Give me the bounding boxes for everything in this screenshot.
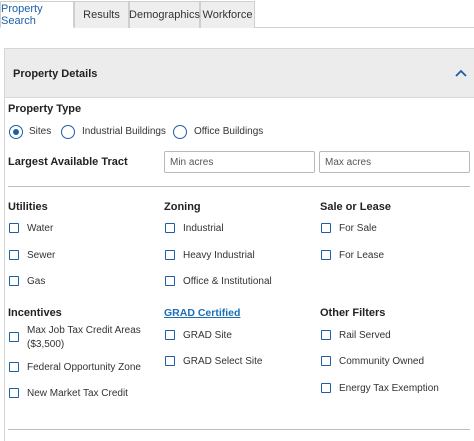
other-filters-heading: Other Filters — [320, 307, 386, 319]
tract-label: Largest Available Tract — [8, 156, 128, 168]
checkbox-grad-select-site-label[interactable]: GRAD Select Site — [183, 356, 262, 367]
checkbox-for-sale[interactable] — [321, 223, 331, 233]
max-acres-input[interactable] — [319, 151, 470, 173]
checkbox-grad-site[interactable] — [165, 330, 175, 340]
tab-bar: Property Search Results Demographics Wor… — [0, 1, 255, 28]
checkbox-federal-opportunity-zone[interactable] — [9, 362, 19, 372]
checkbox-max-job-tax-credit-label[interactable]: Max Job Tax Credit Areas — [27, 325, 141, 336]
checkbox-water[interactable] — [9, 223, 19, 233]
checkbox-office-institutional-label[interactable]: Office & Institutional — [183, 276, 272, 287]
checkbox-max-job-tax-credit[interactable] — [9, 332, 19, 342]
checkbox-max-job-tax-credit-amount[interactable]: ($3,500) — [27, 339, 64, 350]
checkbox-heavy-industrial-label[interactable]: Heavy Industrial — [183, 250, 255, 261]
checkbox-industrial-label[interactable]: Industrial — [183, 223, 224, 234]
tab-workforce[interactable]: Workforce — [200, 1, 255, 28]
panel-header[interactable]: Property Details — [5, 49, 474, 98]
checkbox-sewer-label[interactable]: Sewer — [27, 250, 55, 261]
checkbox-heavy-industrial[interactable] — [165, 250, 175, 260]
property-type-heading: Property Type — [8, 103, 82, 115]
radio-office-buildings[interactable] — [173, 125, 187, 139]
tab-demographics[interactable]: Demographics — [129, 1, 200, 28]
zoning-heading: Zoning — [164, 201, 201, 213]
tab-property-search[interactable]: Property Search — [0, 1, 74, 28]
radio-industrial-buildings[interactable] — [61, 125, 75, 139]
grad-certified-link[interactable]: GRAD Certified — [164, 307, 240, 319]
tab-divider — [255, 27, 474, 28]
checkbox-grad-site-label[interactable]: GRAD Site — [183, 330, 232, 341]
checkbox-for-sale-label[interactable]: For Sale — [339, 223, 377, 234]
checkbox-rail-served-label[interactable]: Rail Served — [339, 330, 391, 341]
checkbox-gas[interactable] — [9, 276, 19, 286]
checkbox-energy-tax-exemption[interactable] — [321, 383, 331, 393]
radio-industrial-buildings-label[interactable]: Industrial Buildings — [82, 126, 166, 137]
checkbox-sewer[interactable] — [9, 250, 19, 260]
checkbox-industrial[interactable] — [165, 223, 175, 233]
checkbox-water-label[interactable]: Water — [27, 223, 53, 234]
checkbox-federal-opportunity-zone-label[interactable]: Federal Opportunity Zone — [27, 362, 141, 373]
checkbox-community-owned-label[interactable]: Community Owned — [339, 356, 424, 367]
checkbox-new-market-tax-credit[interactable] — [9, 388, 19, 398]
checkbox-energy-tax-exemption-label[interactable]: Energy Tax Exemption — [339, 383, 439, 394]
section-divider — [8, 186, 470, 187]
incentives-heading: Incentives — [8, 307, 62, 319]
checkbox-rail-served[interactable] — [321, 330, 331, 340]
checkbox-for-lease-label[interactable]: For Lease — [339, 250, 384, 261]
checkbox-office-institutional[interactable] — [165, 276, 175, 286]
min-acres-input[interactable] — [164, 151, 315, 173]
checkbox-gas-label[interactable]: Gas — [27, 276, 45, 287]
checkbox-for-lease[interactable] — [321, 250, 331, 260]
radio-office-buildings-label[interactable]: Office Buildings — [194, 126, 263, 137]
bottom-divider — [8, 429, 470, 430]
utilities-heading: Utilities — [8, 201, 48, 213]
tab-results[interactable]: Results — [74, 1, 129, 28]
panel-title: Property Details — [13, 68, 98, 80]
checkbox-grad-select-site[interactable] — [165, 356, 175, 366]
radio-sites-label[interactable]: Sites — [29, 126, 51, 137]
checkbox-new-market-tax-credit-label[interactable]: New Market Tax Credit — [27, 388, 128, 399]
radio-sites[interactable] — [9, 125, 23, 139]
checkbox-community-owned[interactable] — [321, 356, 331, 366]
chevron-up-icon[interactable] — [454, 67, 468, 79]
sale-lease-heading: Sale or Lease — [320, 201, 391, 213]
